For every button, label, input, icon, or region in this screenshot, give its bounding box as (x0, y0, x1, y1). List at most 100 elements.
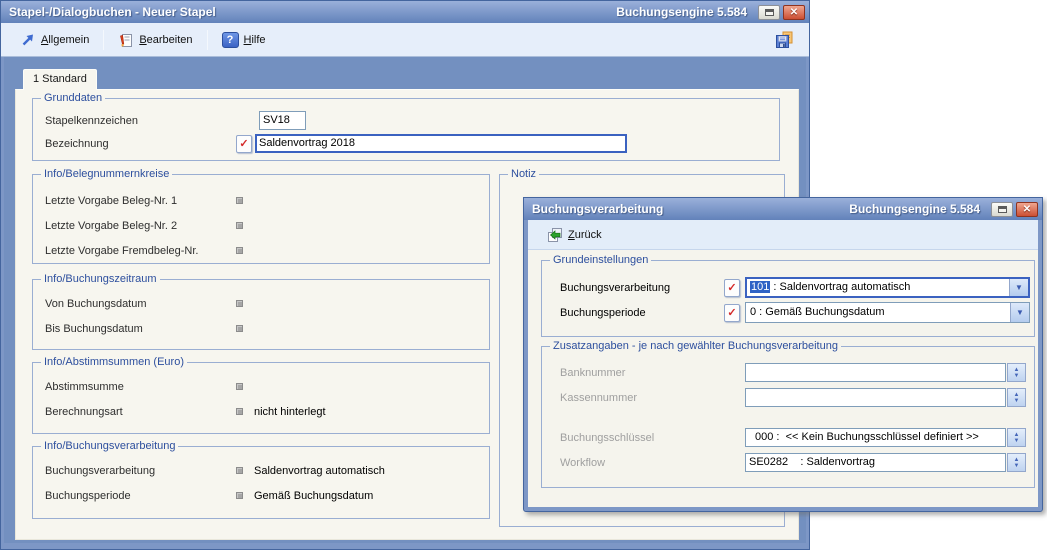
tab-standard[interactable]: 1 Standard (23, 69, 97, 90)
banknummer-input[interactable]: ▲▼ (745, 363, 1026, 382)
info-label: Letzte Vorgabe Fremdbeleg-Nr. (45, 245, 236, 257)
spin-down-icon: ▼ (1014, 463, 1020, 469)
spinner-button[interactable]: ▲▼ (1007, 453, 1026, 472)
buchungsperiode-select[interactable]: 0 : Gemäß Buchungsdatum ▼ (745, 302, 1030, 323)
stapelkennzeichen-label: Stapelkennzeichen (45, 115, 236, 127)
info-row: Letzte Vorgabe Beleg-Nr. 1 (33, 188, 489, 213)
info-label: Abstimmsumme (45, 381, 236, 393)
spin-down-icon: ▼ (1014, 438, 1020, 444)
legend-buchungszeitraum: Info/Buchungszeitraum (41, 273, 160, 285)
buchungsschluessel-label: Buchungsschlüssel (560, 432, 745, 444)
legend-notiz: Notiz (508, 168, 539, 180)
arrow-ne-icon (20, 32, 36, 48)
dropdown-button[interactable]: ▼ (1010, 303, 1029, 322)
info-row: Berechnungsart nicht hinterlegt (33, 399, 489, 424)
fieldset-grundeinstellungen: Grundeinstellungen Buchungsverarbeitung … (541, 260, 1035, 337)
red-check-icon: ✓ (727, 281, 736, 294)
info-row: Abstimmsumme (33, 374, 489, 399)
info-row: Letzte Vorgabe Fremdbeleg-Nr. (33, 238, 489, 263)
info-row: Buchungsperiode Gemäß Buchungsdatum (33, 483, 489, 508)
spinner-button[interactable]: ▲▼ (1007, 363, 1026, 382)
bullet-icon (236, 408, 243, 415)
toolbar-button-hilfe[interactable]: ? Hilfe (217, 28, 271, 52)
toolbar-button-bearbeiten[interactable]: Bearbeiten (113, 28, 197, 52)
dialog-version-label: Buchungsengine 5.584 (849, 202, 980, 216)
verarbeitung-check-button[interactable]: ✓ (724, 279, 740, 297)
dialog-close-button[interactable]: ✕ (1016, 202, 1038, 217)
minimize-button[interactable] (758, 5, 780, 20)
bezeichnung-check-button[interactable]: ✓ (236, 135, 252, 153)
save-button[interactable] (769, 27, 799, 53)
back-arrow-icon (547, 227, 563, 243)
buchungsverarbeitung-label: Buchungsverarbeitung (560, 282, 724, 294)
toolbar-label-bearbeiten: Bearbeiten (139, 34, 192, 46)
info-label: Buchungsverarbeitung (45, 465, 236, 477)
kassennummer-label: Kassennummer (560, 392, 745, 404)
kassennummer-row: Kassennummer ▲▼ (542, 385, 1034, 410)
info-value: nicht hinterlegt (254, 406, 326, 418)
bezeichnung-label: Bezeichnung (45, 138, 236, 150)
kassennummer-input[interactable]: ▲▼ (745, 388, 1026, 407)
combo-value: 101 : Saldenvortrag automatisch (747, 279, 1009, 296)
toolbar-separator (103, 30, 104, 50)
tab-label: 1 Standard (33, 73, 87, 85)
info-label: Letzte Vorgabe Beleg-Nr. 2 (45, 220, 236, 232)
spin-value[interactable]: 000 : << Kein Buchungsschlüssel definier… (745, 428, 1006, 447)
edit-pad-icon (118, 32, 134, 48)
chevron-down-icon: ▼ (1015, 283, 1023, 292)
close-icon: ✕ (790, 7, 798, 18)
main-titlebar[interactable]: Stapel-/Dialogbuchen - Neuer Stapel Buch… (1, 1, 809, 23)
dialog-toolbar: Zurück (528, 220, 1038, 250)
banknummer-row: Banknummer ▲▼ (542, 360, 1034, 385)
banknummer-label: Banknummer (560, 367, 745, 379)
dropdown-button[interactable]: ▼ (1009, 279, 1028, 296)
main-toolbar: Allgemein Bearbeiten ? Hilfe (1, 23, 809, 57)
bullet-icon (236, 300, 243, 307)
toolbar-label-allgemein: Allgemein (41, 34, 89, 46)
combo-value: 0 : Gemäß Buchungsdatum (746, 303, 1010, 322)
toolbar-button-allgemein[interactable]: Allgemein (15, 28, 94, 52)
info-label: Berechnungsart (45, 406, 236, 418)
spinner-button[interactable]: ▲▼ (1007, 428, 1026, 447)
spinner-button[interactable]: ▲▼ (1007, 388, 1026, 407)
toolbar-separator (207, 30, 208, 50)
close-button[interactable]: ✕ (783, 5, 805, 20)
main-version-label: Buchungsengine 5.584 (616, 5, 747, 19)
stapelkennzeichen-input[interactable]: SV18 (259, 111, 306, 130)
buchungsschluessel-input[interactable]: 000 : << Kein Buchungsschlüssel definier… (745, 428, 1026, 447)
zurueck-button[interactable]: Zurück (542, 223, 607, 247)
spin-down-icon: ▼ (1014, 398, 1020, 404)
spin-value[interactable] (745, 388, 1006, 407)
bullet-icon (236, 467, 243, 474)
workflow-input[interactable]: SE0282 : Saldenvortrag ▲▼ (745, 453, 1026, 472)
info-value: Saldenvortrag automatisch (254, 465, 385, 477)
bullet-icon (236, 247, 243, 254)
toolbar-label-hilfe: Hilfe (244, 34, 266, 46)
help-icon: ? (222, 32, 239, 48)
fieldset-info-buchungsverarbeitung: Info/Buchungsverarbeitung Buchungsverarb… (32, 446, 490, 519)
bullet-icon (236, 492, 243, 499)
dialog-body: Zurück Grundeinstellungen Buchungsverarb… (528, 220, 1038, 507)
bullet-icon (236, 325, 243, 332)
spin-value[interactable]: SE0282 : Saldenvortrag (745, 453, 1006, 472)
spin-value[interactable] (745, 363, 1006, 382)
info-row: Bis Buchungsdatum (33, 316, 489, 341)
bullet-icon (236, 383, 243, 390)
bezeichnung-input[interactable]: Saldenvortrag 2018 (255, 134, 627, 153)
buchungsverarbeitung-select[interactable]: 101 : Saldenvortrag automatisch ▼ (745, 277, 1030, 298)
dialog-window: Buchungsverarbeitung Buchungsengine 5.58… (523, 197, 1043, 512)
dialog-title: Buchungsverarbeitung (532, 202, 849, 216)
verarbeitung-row: Buchungsverarbeitung ✓ 101 : Saldenvortr… (542, 276, 1034, 299)
dialog-minimize-button[interactable] (991, 202, 1013, 217)
info-label: Letzte Vorgabe Beleg-Nr. 1 (45, 195, 236, 207)
bullet-icon (236, 197, 243, 204)
legend-grundeinstellungen: Grundeinstellungen (550, 254, 651, 266)
info-row: Von Buchungsdatum (33, 291, 489, 316)
fieldset-grunddaten: Grunddaten Stapelkennzeichen SV18 Bezeic… (32, 98, 780, 161)
periode-check-button[interactable]: ✓ (724, 304, 740, 322)
zurueck-label: Zurück (568, 229, 602, 241)
minimize-icon (998, 206, 1007, 213)
dialog-titlebar[interactable]: Buchungsverarbeitung Buchungsengine 5.58… (524, 198, 1042, 220)
main-window-title: Stapel-/Dialogbuchen - Neuer Stapel (9, 5, 616, 19)
legend-grunddaten: Grunddaten (41, 92, 105, 104)
